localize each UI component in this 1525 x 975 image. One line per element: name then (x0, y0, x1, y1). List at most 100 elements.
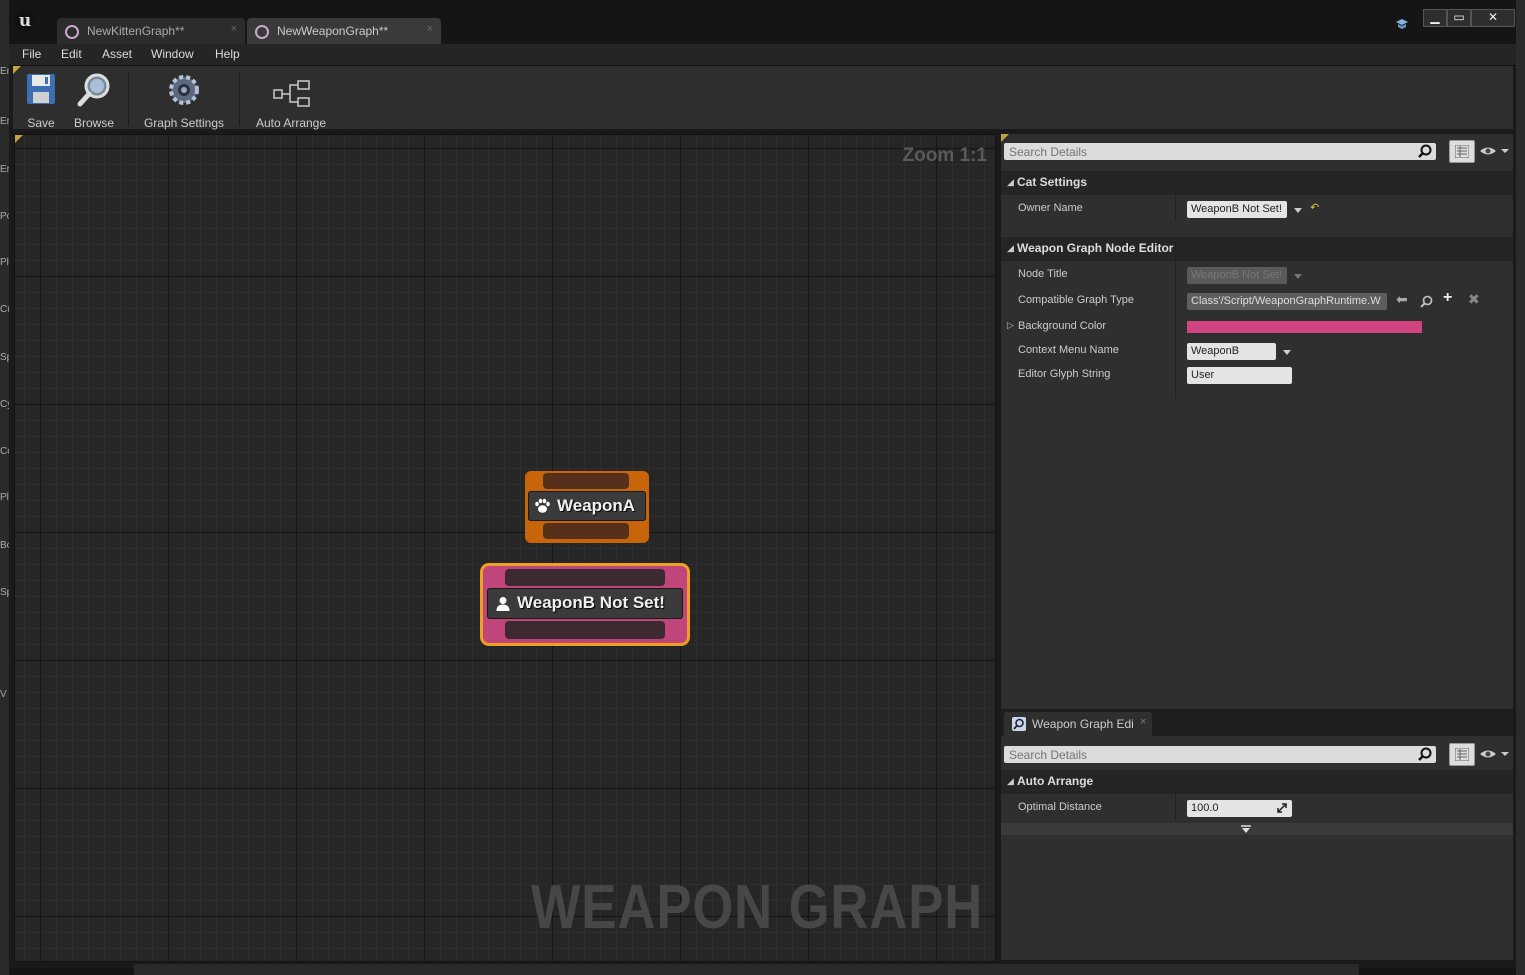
collapse-arrow-icon[interactable]: ◢ (1007, 776, 1014, 787)
graph-type-watermark: WEAPON GRAPH (530, 873, 983, 942)
property-owner-name: Owner Name WeaponB Not Set! ↶ (1001, 197, 1513, 221)
close-tab-icon[interactable]: × (1140, 716, 1146, 728)
search-details-box[interactable] (1004, 143, 1436, 160)
panel-corner (13, 66, 21, 74)
visibility-eye-icon[interactable] (1479, 144, 1509, 158)
property-node-title: Node Title WeaponB Not Set! (1001, 263, 1513, 287)
list-view-icon (1455, 145, 1469, 158)
output-pin-bar[interactable] (505, 621, 665, 639)
background-color-swatch[interactable] (1187, 321, 1422, 333)
property-editor-glyph-string: Editor Glyph String User (1001, 363, 1513, 387)
node-title: WeaponA (557, 496, 636, 515)
column-divider[interactable] (1175, 770, 1176, 820)
view-options-button[interactable] (1449, 140, 1475, 163)
browse-button[interactable]: Browse (71, 70, 117, 130)
bottom-background-strip (134, 964, 1359, 975)
help-icon[interactable] (1395, 18, 1409, 30)
graph-settings-button[interactable]: Graph Settings (141, 70, 227, 130)
background-window-strip-right (1516, 0, 1525, 975)
asset-editor-window: u NewKittenGraph** × NewWeaponGraph** × … (9, 6, 1516, 968)
search-details-input[interactable] (1004, 143, 1436, 160)
browse-asset-icon[interactable] (1420, 295, 1433, 308)
input-pin-bar[interactable] (543, 473, 629, 489)
context-menu-name-field[interactable]: WeaponB (1187, 343, 1276, 360)
graph-node-weapona[interactable]: WeaponA (525, 471, 649, 543)
search-icon[interactable] (1418, 144, 1432, 158)
auto-arrange-icon (273, 80, 310, 107)
graph-node-weaponb[interactable]: WeaponB Not Set! (483, 566, 687, 643)
menu-file[interactable]: File (22, 47, 41, 61)
column-divider[interactable] (1175, 171, 1176, 221)
graph-canvas[interactable]: Zoom 1:1 WeaponA WeaponB Not Set! WEAPON… (14, 134, 996, 962)
list-view-icon (1455, 748, 1469, 761)
panel-corner (1001, 134, 1009, 142)
asset-icon (65, 25, 79, 39)
close-window-button[interactable]: ✕ (1471, 9, 1515, 27)
search-details-input[interactable] (1004, 746, 1436, 763)
secondary-tab-bar: Weapon Graph Edi × (1001, 710, 1513, 736)
view-options-button[interactable] (1449, 743, 1475, 766)
gear-icon (169, 75, 199, 105)
menu-asset[interactable]: Asset (102, 47, 132, 61)
clear-icon[interactable]: ✖ (1468, 291, 1480, 308)
expand-advanced-icon[interactable] (1241, 825, 1251, 833)
title-bar[interactable]: u NewKittenGraph** × NewWeaponGraph** × … (9, 6, 1516, 44)
tab-newkittengraph[interactable]: NewKittenGraph** × (57, 18, 245, 44)
node-title-box: WeaponA (528, 491, 646, 521)
zoom-indicator: Zoom 1:1 (902, 145, 987, 166)
category-weapon-graph-node-editor[interactable]: ◢ Weapon Graph Node Editor (1001, 237, 1513, 261)
tab-weapon-graph-editor-settings[interactable]: Weapon Graph Edi × (1004, 712, 1152, 736)
advanced-expander[interactable] (1001, 823, 1513, 835)
tab-newweapongraph[interactable]: NewWeaponGraph** × (247, 18, 441, 44)
collapse-arrow-icon[interactable]: ◢ (1007, 243, 1014, 254)
editor-glyph-string-field[interactable]: User (1187, 367, 1292, 384)
property-label: Background Color (1018, 320, 1107, 332)
category-auto-arrange[interactable]: ◢ Auto Arrange (1001, 770, 1513, 794)
maximize-button[interactable]: ▭ (1447, 9, 1471, 27)
save-button[interactable]: Save (21, 70, 61, 130)
menu-window[interactable]: Window (151, 47, 194, 61)
chevron-down-icon[interactable] (1283, 350, 1291, 355)
chevron-down-icon[interactable] (1294, 208, 1302, 213)
collapse-arrow-icon[interactable]: ◢ (1007, 177, 1014, 188)
property-background-color: ▷ Background Color (1001, 315, 1513, 339)
resize-spin-icon[interactable] (1277, 803, 1287, 813)
menu-edit[interactable]: Edit (61, 47, 82, 61)
category-title: Auto Arrange (1017, 774, 1094, 788)
category-cat-settings[interactable]: ◢ Cat Settings (1001, 171, 1513, 195)
background-window-strip: Er Er Er Po Pl Cu Sp Cy Co Pl Bo Sp V (0, 0, 13, 975)
chevron-down-icon (1294, 274, 1302, 279)
add-icon[interactable]: + (1443, 289, 1452, 307)
toolbar-separator (239, 71, 240, 126)
output-pin-bar[interactable] (543, 523, 629, 539)
node-title-combo: WeaponB Not Set! (1187, 267, 1287, 284)
browse-icon (77, 73, 110, 107)
auto-arrange-label: Auto Arrange (255, 116, 327, 130)
search-details-box[interactable] (1004, 746, 1436, 763)
close-tab-icon[interactable]: × (427, 23, 433, 35)
property-context-menu-name: Context Menu Name WeaponB (1001, 339, 1513, 363)
menu-bar: File Edit Asset Window Help (9, 44, 1516, 66)
unreal-logo-icon[interactable]: u (14, 10, 36, 32)
visibility-eye-icon[interactable] (1479, 747, 1509, 761)
auto-arrange-button[interactable]: Auto Arrange (253, 70, 329, 130)
strip-text: V (0, 689, 7, 700)
property-label: Compatible Graph Type (1018, 294, 1134, 306)
menu-help[interactable]: Help (215, 47, 240, 61)
search-icon[interactable] (1418, 747, 1432, 761)
owner-name-combo[interactable]: WeaponB Not Set! (1187, 201, 1287, 218)
reset-to-default-icon[interactable]: ↶ (1310, 201, 1319, 214)
category-title: Weapon Graph Node Editor (1017, 241, 1174, 255)
minimize-button[interactable]: ▁ (1423, 9, 1447, 27)
toolbar-separator (128, 71, 129, 126)
column-divider[interactable] (1175, 237, 1176, 399)
tab-label: Weapon Graph Edi (1032, 717, 1134, 731)
toolbar: Save Browse Graph Settings Auto Arrange (13, 66, 1513, 130)
close-tab-icon[interactable]: × (231, 23, 237, 35)
expand-arrow-icon[interactable]: ▷ (1007, 320, 1014, 331)
compatible-graph-type-field[interactable]: Class'/Script/WeaponGraphRuntime.W (1187, 293, 1387, 310)
input-pin-bar[interactable] (505, 569, 665, 586)
use-selected-arrow-icon[interactable]: ⬅ (1396, 291, 1408, 308)
strip-text: Pl (0, 492, 9, 503)
property-label: Optimal Distance (1018, 801, 1102, 813)
